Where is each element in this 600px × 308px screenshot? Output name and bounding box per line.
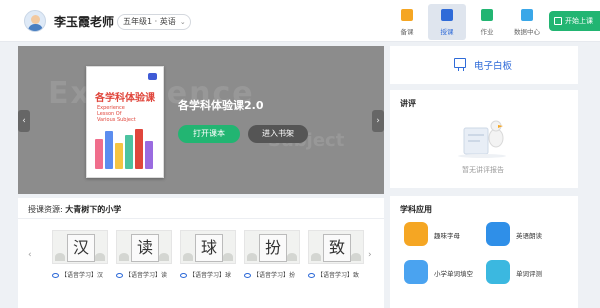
nav-teach-label: 授课 bbox=[440, 28, 454, 36]
banner-prev-arrow[interactable]: ‹ bbox=[18, 110, 30, 132]
resources-source[interactable]: 大青树下的小学 bbox=[65, 205, 121, 214]
whiteboard-button[interactable]: 电子白板 bbox=[390, 46, 578, 84]
nav-prepare-label: 备课 bbox=[400, 28, 414, 36]
bubble-app-icon bbox=[486, 260, 510, 284]
app-label: 趣味字母 bbox=[434, 232, 460, 240]
monster-app-icon bbox=[404, 222, 428, 246]
course-title: 各学科体验课2.0 bbox=[178, 99, 264, 112]
report-title: 讲评 bbox=[400, 99, 416, 108]
divider bbox=[18, 218, 384, 219]
eye-icon bbox=[116, 273, 123, 278]
nav-homework[interactable]: 作业 bbox=[468, 4, 506, 40]
nav-data-center[interactable]: 数据中心 bbox=[508, 4, 546, 40]
app-label: 英语朗读 bbox=[516, 232, 542, 240]
eye-icon bbox=[52, 273, 59, 278]
resource-char: 球 bbox=[195, 234, 223, 262]
app-word-fill[interactable]: 小学单词填空 bbox=[404, 260, 484, 288]
app-fun-letters[interactable]: 趣味字母 bbox=[404, 222, 484, 250]
grade-selector-label: 五年级1 · 英语 bbox=[123, 17, 176, 26]
resource-card[interactable]: 球 【语音学习】球 bbox=[180, 230, 236, 290]
nav-homework-label: 作业 bbox=[480, 28, 494, 36]
resource-card[interactable]: 扮 【语音学习】扮 bbox=[244, 230, 300, 290]
resource-thumbnail: 汉 bbox=[52, 230, 108, 264]
app-label: 单词评测 bbox=[516, 270, 542, 278]
book-icon bbox=[481, 9, 493, 21]
resources-header: 授课资源: 大青树下的小学 bbox=[28, 204, 121, 215]
nav-teach[interactable]: 授课 bbox=[428, 4, 466, 40]
book-cover-subtitle: Experience Lesson Of Various Subject bbox=[97, 105, 136, 123]
nav-prepare[interactable]: 备课 bbox=[388, 4, 426, 40]
start-class-button[interactable]: 开始上课 bbox=[549, 11, 600, 31]
app-word-test[interactable]: 单词评测 bbox=[486, 260, 566, 288]
banner-next-arrow[interactable]: › bbox=[372, 110, 384, 132]
resource-caption: 【语音学习】读 bbox=[116, 270, 178, 279]
resource-card[interactable]: 汉 【语音学习】汉 bbox=[52, 230, 108, 290]
app-label: 小学单词填空 bbox=[434, 270, 473, 278]
avatar[interactable] bbox=[24, 10, 46, 32]
resource-card[interactable]: 读 【语音学习】读 bbox=[116, 230, 172, 290]
grade-selector[interactable]: 五年级1 · 英语 ⌄ bbox=[117, 14, 191, 30]
start-class-label: 开始上课 bbox=[565, 17, 593, 25]
top-bar: 李玉霞老师 五年级1 · 英语 ⌄ 备课 授课 作业 数据中心 开始上课 bbox=[0, 0, 600, 42]
report-empty-text: 暂无讲评报告 bbox=[462, 166, 504, 174]
whiteboard-icon bbox=[454, 58, 466, 71]
resource-caption: 【语音学习】扮 bbox=[244, 270, 306, 279]
resource-thumbnail: 读 bbox=[116, 230, 172, 264]
course-banner: Experience Subject bbox=[18, 46, 384, 194]
resource-char: 致 bbox=[323, 234, 351, 262]
enter-bookshelf-button[interactable]: 进入书架 bbox=[248, 125, 308, 143]
laptop-icon bbox=[441, 9, 453, 21]
nav-data-center-label: 数据中心 bbox=[514, 28, 540, 36]
resource-caption: 【语音学习】球 bbox=[180, 270, 242, 279]
resource-char: 扮 bbox=[259, 234, 287, 262]
report-panel: 讲评 暂无讲评报告 bbox=[390, 90, 578, 188]
word-card-app-icon bbox=[404, 260, 428, 284]
app-english-reading[interactable]: 英语朗读 bbox=[486, 222, 566, 250]
monitor-icon bbox=[521, 9, 533, 21]
empty-state-illustration bbox=[458, 120, 506, 158]
resource-caption: 【语音学习】致 bbox=[308, 270, 370, 279]
subject-apps-panel: 学科应用 趣味字母 英语朗读 小学单词填空 单词评测 bbox=[390, 196, 578, 308]
apps-title: 学科应用 bbox=[400, 205, 432, 214]
screen-icon bbox=[554, 17, 562, 25]
teaching-resources-panel: 授课资源: 大青树下的小学 ‹ › 汉 【语音学习】汉 读 【语音学习】读 球 … bbox=[18, 198, 384, 308]
resource-thumbnail: 致 bbox=[308, 230, 364, 264]
resource-char: 读 bbox=[131, 234, 159, 262]
resource-caption: 【语音学习】汉 bbox=[52, 270, 114, 279]
teacher-name: 李玉霞老师 bbox=[54, 15, 115, 29]
resource-thumbnail: 扮 bbox=[244, 230, 300, 264]
eye-icon bbox=[244, 273, 251, 278]
resources-next-arrow[interactable]: › bbox=[368, 250, 372, 260]
open-textbook-button[interactable]: 打开课本 bbox=[178, 125, 240, 143]
resource-thumbnail: 球 bbox=[180, 230, 236, 264]
book-badge-icon bbox=[148, 73, 157, 80]
book-cover-title: 各学科体验课 bbox=[95, 93, 155, 104]
folder-icon bbox=[401, 9, 413, 21]
eye-icon bbox=[308, 273, 315, 278]
book-cover[interactable]: 各学科体验课 Experience Lesson Of Various Subj… bbox=[86, 66, 164, 178]
resource-char: 汉 bbox=[67, 234, 95, 262]
chevron-down-icon: ⌄ bbox=[179, 18, 186, 26]
mascot-app-icon bbox=[486, 222, 510, 246]
book-stack-illustration bbox=[95, 127, 157, 169]
resources-label: 授课资源: bbox=[28, 205, 63, 214]
resource-card[interactable]: 致 【语音学习】致 bbox=[308, 230, 364, 290]
eye-icon bbox=[180, 273, 187, 278]
whiteboard-label: 电子白板 bbox=[474, 61, 513, 72]
resources-prev-arrow[interactable]: ‹ bbox=[28, 250, 32, 260]
